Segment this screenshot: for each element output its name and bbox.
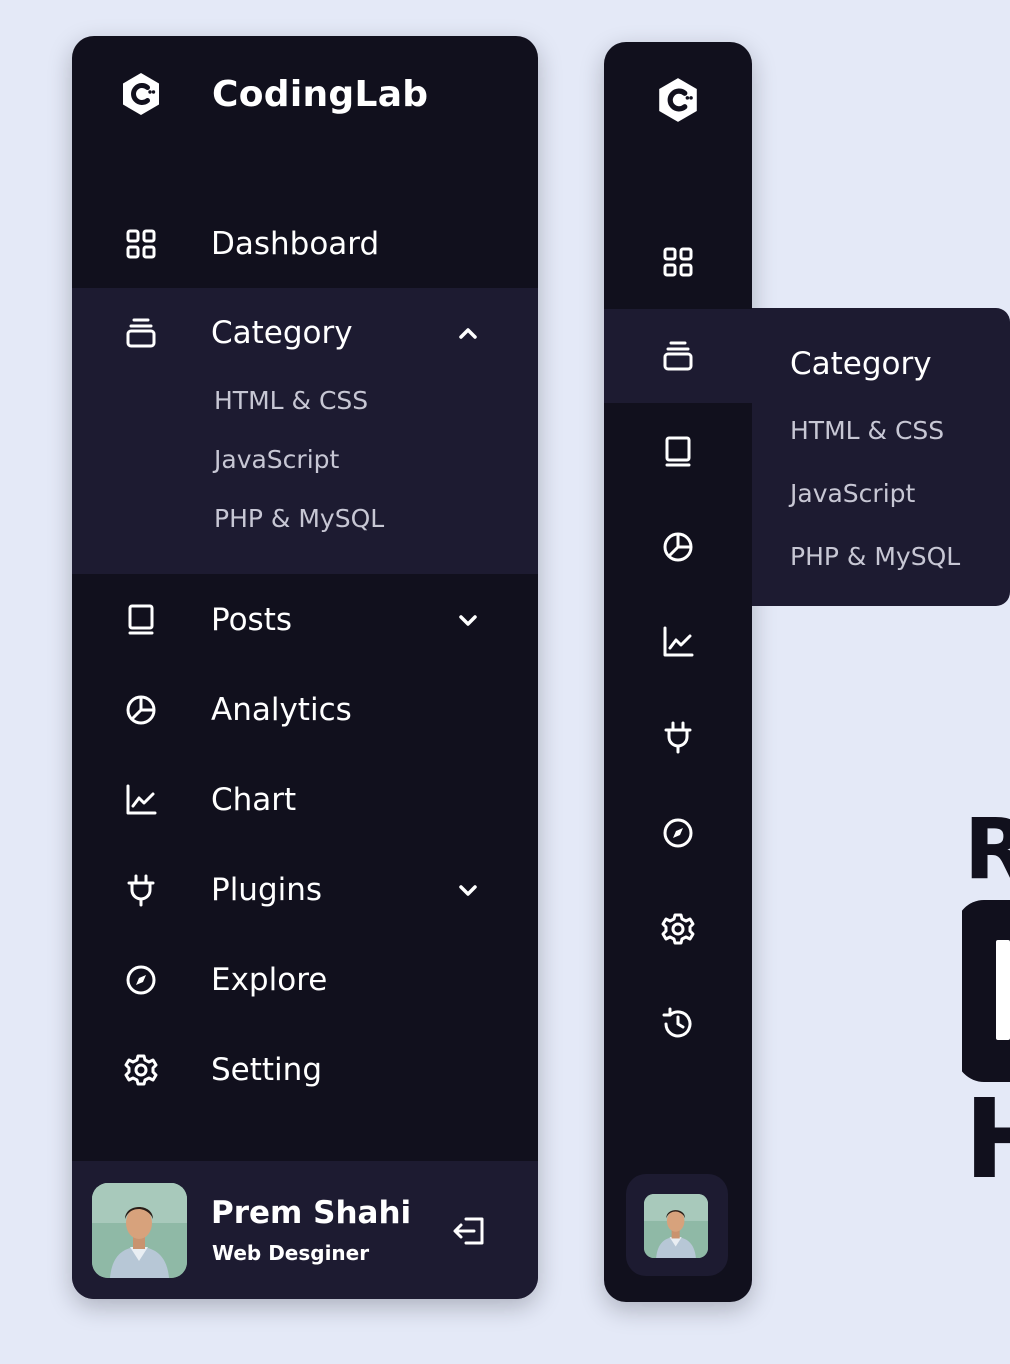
menu-label-dashboard: Dashboard: [211, 226, 380, 262]
sub-item-php-mysql[interactable]: PHP & MySQL: [214, 504, 384, 533]
line-chart-icon: [663, 626, 694, 657]
menu-label-explore: Explore: [211, 962, 328, 998]
brand-name: CodingLab: [212, 73, 429, 115]
menu-label-analytics: Analytics: [211, 692, 352, 728]
flyout-item-php-mysql[interactable]: PHP & MySQL: [790, 542, 960, 571]
avatar-image: [644, 1194, 708, 1258]
pie-chart-icon: [126, 695, 156, 725]
grid-icon: [663, 247, 693, 277]
mini-item-posts[interactable]: [604, 405, 752, 499]
compass-icon: [663, 818, 693, 848]
menu-label-posts: Posts: [211, 602, 293, 638]
profile-section: Prem Shahi Web Desginer: [72, 1161, 538, 1299]
menu-item-plugins[interactable]: Plugins: [72, 845, 538, 935]
c-hexagon-logo-icon[interactable]: [656, 76, 700, 124]
brand[interactable]: CodingLab: [120, 64, 428, 124]
line-chart-icon: [126, 784, 157, 815]
mini-item-setting[interactable]: [604, 882, 752, 976]
plug-icon: [664, 721, 692, 754]
menu-item-chart[interactable]: Chart: [72, 755, 538, 845]
grid-icon: [126, 229, 156, 259]
heading-letter-r: R: [964, 800, 1010, 898]
menu-label-category: Category: [211, 315, 353, 351]
collection-icon: [126, 318, 156, 348]
flyout-item-html-css[interactable]: HTML & CSS: [790, 416, 944, 445]
pie-chart-icon: [663, 532, 693, 562]
gear-icon: [124, 1054, 158, 1086]
menu-item-dashboard[interactable]: Dashboard: [72, 199, 538, 289]
profile-name: Prem Shahi: [211, 1195, 412, 1231]
category-block: Category HTML & CSS JavaScript PHP & MyS…: [72, 288, 538, 574]
heading-badge: [962, 900, 1010, 1082]
gear-icon: [661, 913, 695, 945]
menu-item-analytics[interactable]: Analytics: [72, 665, 538, 755]
avatar: [644, 1194, 708, 1258]
menu-item-explore[interactable]: Explore: [72, 935, 538, 1025]
book-icon: [128, 604, 154, 635]
sidebar-expanded: CodingLab Dashboard Category HTML & CSS …: [72, 36, 538, 1299]
menu-label-plugins: Plugins: [211, 872, 323, 908]
sidebar-collapsed: [604, 42, 752, 1302]
mini-item-dashboard[interactable]: [604, 215, 752, 309]
sub-item-html-css[interactable]: HTML & CSS: [214, 386, 368, 415]
avatar-image: [92, 1183, 187, 1278]
menu-item-posts[interactable]: Posts: [72, 575, 538, 665]
c-hexagon-logo-icon: [123, 73, 159, 115]
mini-item-history[interactable]: [604, 977, 752, 1071]
plug-icon: [127, 874, 155, 907]
log-out-icon[interactable]: [450, 1211, 490, 1251]
chevron-down-icon[interactable]: [454, 606, 482, 634]
flyout-item-javascript[interactable]: JavaScript: [790, 479, 915, 508]
sub-item-javascript[interactable]: JavaScript: [214, 445, 339, 474]
flyout-title[interactable]: Category: [790, 346, 932, 382]
mini-item-category[interactable]: [604, 309, 752, 403]
mini-item-plugins[interactable]: [604, 690, 752, 784]
collection-icon: [663, 341, 693, 371]
compass-icon: [126, 965, 156, 995]
profile-job: Web Desginer: [212, 1241, 370, 1265]
avatar[interactable]: [92, 1183, 187, 1278]
mini-item-explore[interactable]: [604, 786, 752, 880]
chevron-down-icon[interactable]: [454, 876, 482, 904]
menu-label-setting: Setting: [211, 1052, 322, 1088]
category-flyout: Category HTML & CSS JavaScript PHP & MyS…: [752, 308, 1010, 606]
mini-item-chart[interactable]: [604, 595, 752, 689]
menu-item-category[interactable]: Category: [72, 288, 538, 378]
heading-letter-h: H: [964, 1084, 1010, 1194]
chevron-up-icon[interactable]: [454, 319, 482, 347]
mini-item-analytics[interactable]: [604, 500, 752, 594]
history-icon: [662, 1007, 692, 1038]
menu-label-chart: Chart: [211, 782, 297, 818]
stage: CodingLab Dashboard Category HTML & CSS …: [0, 0, 1010, 1364]
mini-profile[interactable]: [626, 1174, 728, 1276]
menu-item-setting[interactable]: Setting: [72, 1025, 538, 1115]
book-icon: [665, 436, 691, 467]
background-heading: R H: [962, 800, 1010, 1220]
